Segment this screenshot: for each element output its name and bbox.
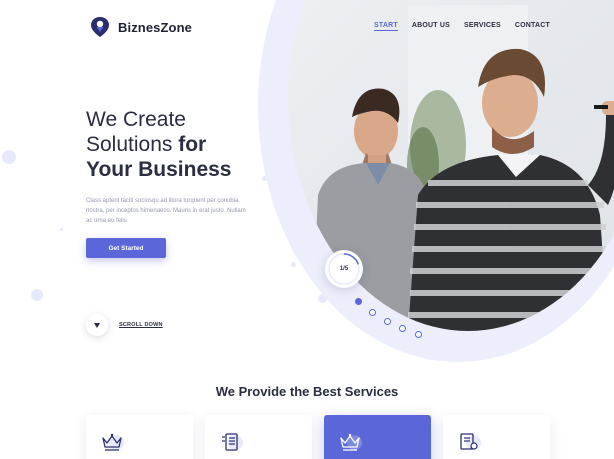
service-card-2[interactable] [205,415,312,459]
slider-dot-4[interactable] [399,325,406,332]
crown-icon [339,432,362,452]
service-card-4[interactable] [443,415,550,459]
logo-mark-icon [91,17,109,37]
crown-icon [101,432,124,452]
decor-dot [291,262,296,267]
hero-description: Class aptent taciti sociosqu ad litora t… [86,198,246,224]
decor-dot [60,228,63,231]
hero-title-line1: We Create [86,108,186,131]
hero-title-line3: Your Business [86,158,232,181]
document-icon [220,432,243,452]
slider-dot-1[interactable] [355,298,362,305]
landing-page: BiznesZone START ABOUT US SERVICES CONTA… [0,0,614,459]
slider-dot-3[interactable] [384,318,391,325]
main-nav: START ABOUT US SERVICES CONTACT [374,22,550,31]
hero-title: We Create Solutions for Your Business [86,107,276,182]
scroll-down-label[interactable]: SCROLL DOWN [119,322,163,328]
slide-counter-text: 1/5 [339,266,349,272]
nav-contact[interactable]: CONTACT [515,22,550,31]
hero-title-line2-bold: for [178,133,207,156]
service-card-1[interactable] [86,415,193,459]
certificate-icon [458,432,481,452]
scroll-down[interactable]: SCROLL DOWN [86,314,163,336]
scroll-down-button[interactable] [86,314,108,336]
slide-counter: 1/5 [325,250,363,288]
caret-down-icon [94,322,100,328]
brand-logo[interactable]: BiznesZone [90,16,192,38]
service-card-3[interactable] [324,415,431,459]
hero-title-line2: Solutions [86,133,179,156]
services-title-bold: Best Services [313,384,399,399]
slider-dot-2[interactable] [369,309,376,316]
brand-name: BiznesZone [118,19,192,35]
nav-about-us[interactable]: ABOUT US [412,22,450,31]
services-title: We Provide the Best Services [0,384,614,399]
slider-dot-5[interactable] [415,331,422,338]
get-started-button[interactable]: Get Started [86,238,166,258]
decor-dot [31,289,43,301]
nav-services[interactable]: SERVICES [464,22,501,31]
nav-start[interactable]: START [374,22,398,31]
services-title-regular: We Provide the [215,384,313,399]
decor-dot [2,150,16,164]
